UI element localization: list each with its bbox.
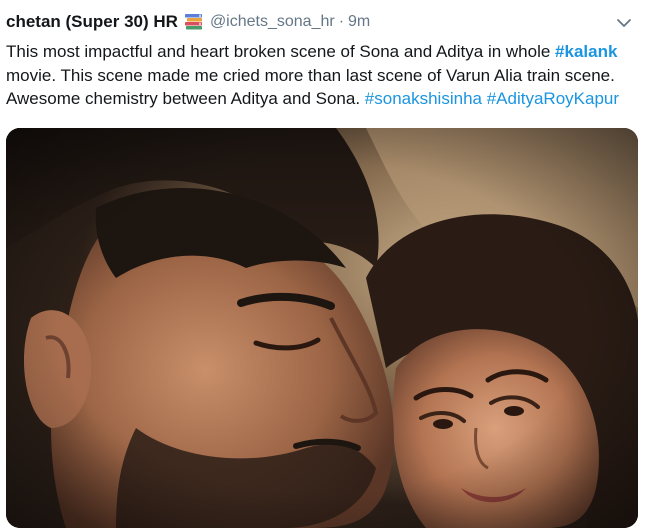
tweet-header: chetan (Super 30) HR @ichets_sona_hr · 9… — [6, 11, 631, 33]
hashtag-link[interactable]: #sonakshisinha — [365, 89, 482, 108]
chevron-down-icon[interactable] — [614, 13, 634, 33]
photo-image — [6, 128, 638, 528]
tweet-card[interactable]: chetan (Super 30) HR @ichets_sona_hr · 9… — [0, 0, 648, 528]
books-emoji-icon — [184, 13, 204, 31]
tweet-media-photo[interactable] — [6, 128, 638, 528]
display-name[interactable]: chetan (Super 30) HR — [6, 12, 178, 32]
tweet-text-segment: This most impactful and heart broken sce… — [6, 42, 556, 61]
separator-dot: · — [338, 13, 345, 30]
user-handle[interactable]: @ichets_sona_hr — [210, 13, 335, 31]
hashtag-link[interactable]: #kalank — [555, 42, 617, 61]
hashtag-link[interactable]: #AdityaRoyKapur — [487, 89, 619, 108]
tweet-timestamp[interactable]: 9m — [348, 13, 370, 31]
tweet-text: This most impactful and heart broken sce… — [6, 40, 642, 111]
